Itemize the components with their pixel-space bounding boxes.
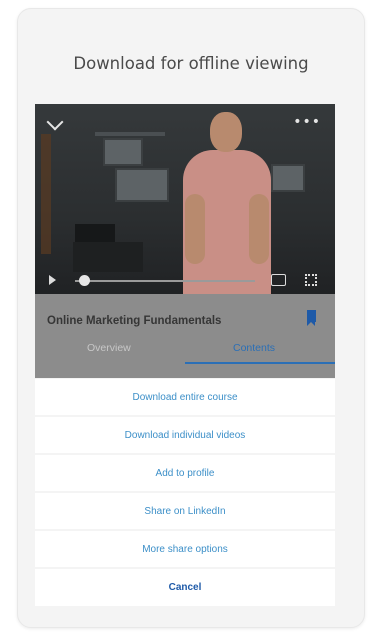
tab-overview[interactable]: Overview bbox=[87, 342, 131, 354]
dialog-title: Download for offline viewing bbox=[73, 54, 309, 73]
chevron-down-icon[interactable] bbox=[46, 113, 64, 131]
course-title: Online Marketing Fundamentals bbox=[47, 315, 222, 327]
tab-contents[interactable]: Contents bbox=[233, 342, 275, 354]
shelf bbox=[95, 132, 165, 136]
video-player[interactable]: ••• bbox=[35, 104, 335, 294]
more-options-icon[interactable]: ••• bbox=[293, 114, 321, 130]
progress-knob[interactable] bbox=[78, 275, 90, 286]
more-share-options-button[interactable]: More share options bbox=[35, 531, 335, 567]
course-preview: ••• Online Marketing Fundamentals Overvi… bbox=[35, 104, 335, 378]
share-on-linkedin-button[interactable]: Share on LinkedIn bbox=[35, 493, 335, 529]
cancel-button[interactable]: Cancel bbox=[35, 569, 335, 606]
wall-frame bbox=[103, 138, 143, 166]
options-menu: Download entire course Download individu… bbox=[35, 379, 335, 608]
presenter-head bbox=[210, 112, 242, 152]
captions-icon[interactable] bbox=[271, 274, 286, 286]
fullscreen-icon[interactable] bbox=[305, 274, 317, 286]
active-tab-indicator bbox=[185, 362, 335, 364]
background-desk bbox=[73, 242, 143, 272]
add-to-profile-button[interactable]: Add to profile bbox=[35, 455, 335, 491]
bookmark-icon[interactable] bbox=[307, 310, 316, 326]
download-entire-course-button[interactable]: Download entire course bbox=[35, 379, 335, 415]
download-individual-videos-button[interactable]: Download individual videos bbox=[35, 417, 335, 453]
progress-track[interactable] bbox=[75, 280, 255, 282]
presenter-arm bbox=[185, 194, 205, 264]
background-lamp bbox=[41, 134, 51, 254]
play-icon[interactable] bbox=[49, 275, 56, 285]
wall-frame bbox=[115, 168, 169, 202]
wall-frame bbox=[271, 164, 305, 192]
presenter-arm bbox=[249, 194, 269, 264]
